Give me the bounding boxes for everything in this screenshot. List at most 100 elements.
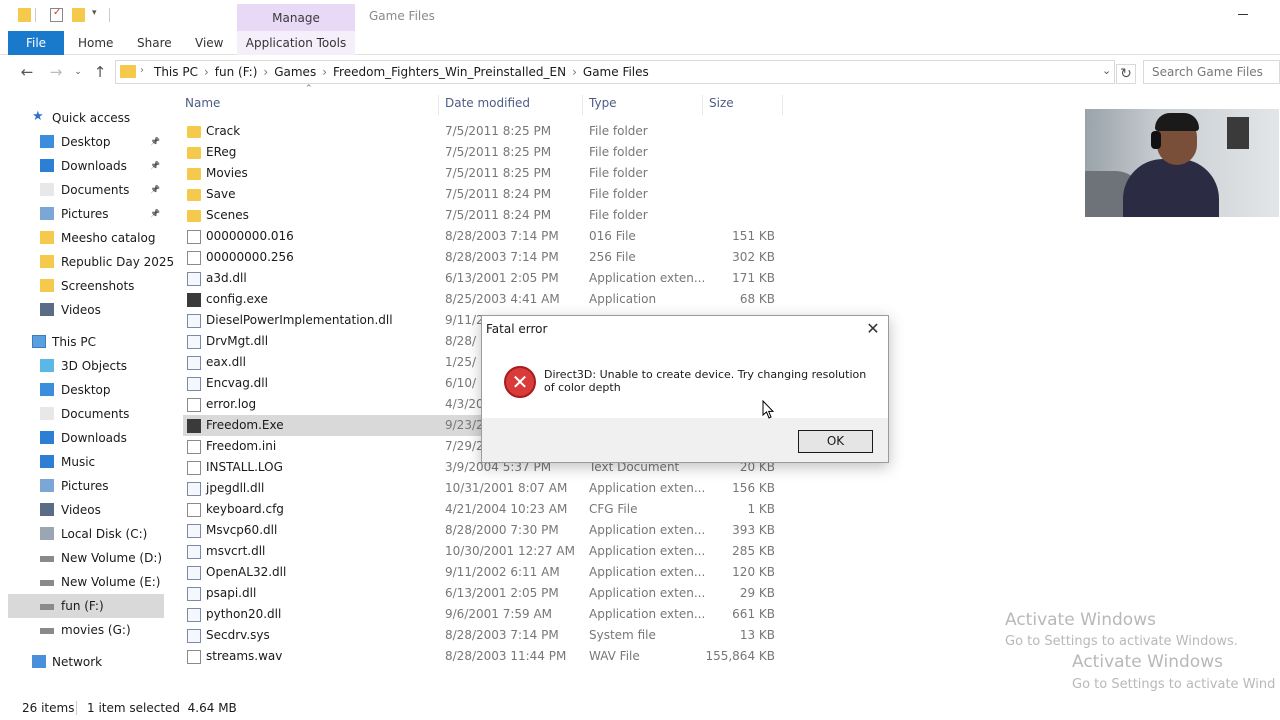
file-row[interactable]: Save 7/5/2011 8:24 PM File folder [183, 184, 783, 205]
tab-file[interactable]: File [8, 31, 64, 55]
sidebar-item-pictures[interactable]: Pictures 📌 [8, 202, 164, 226]
breadcrumb-drive[interactable]: fun (F:) [215, 65, 258, 79]
file-row[interactable]: a3d.dll 6/13/2001 2:05 PM Application exte… [183, 268, 783, 289]
forward-arrow-icon[interactable]: → [46, 62, 66, 82]
file-row[interactable]: 00000000.016 8/28/2003 7:14 PM 016 File 151… [183, 226, 783, 247]
dll-file-icon [187, 482, 201, 496]
sidebar-item-label: Desktop [61, 135, 111, 149]
file-type: File folder [589, 166, 648, 180]
breadcrumb-freedom-fighters[interactable]: Freedom_Fighters_Win_Preinstalled_EN [333, 65, 566, 79]
close-icon[interactable]: ✕ [860, 318, 886, 340]
dll-file-icon [187, 356, 201, 370]
file-row[interactable]: Scenes 7/5/2011 8:24 PM File folder [183, 205, 783, 226]
file-row[interactable]: jpegdll.dll 10/31/2001 8:07 AM Application… [183, 478, 783, 499]
sidebar-item-fun-f[interactable]: fun (F:) [8, 594, 164, 618]
back-arrow-icon[interactable]: ← [17, 62, 37, 82]
sidebar-item-downloads[interactable]: Downloads 📌 [8, 154, 164, 178]
column-header-date[interactable]: Date modified [439, 95, 583, 115]
sidebar-item-videos[interactable]: Videos [8, 498, 164, 522]
file-row[interactable]: Msvcp60.dll 8/28/2000 7:30 PM Application … [183, 520, 783, 541]
file-size: 285 KB [732, 544, 775, 558]
folder-icon[interactable] [18, 8, 31, 22]
sidebar-item-label: Network [52, 655, 103, 669]
tab-view[interactable]: View [195, 31, 223, 55]
network-icon [32, 655, 46, 668]
file-size: 151 KB [732, 229, 775, 243]
breadcrumb-this-pc[interactable]: This PC [154, 65, 198, 79]
file-name: Encvag.dll [206, 376, 268, 390]
sidebar-item-desktop[interactable]: Desktop 📌 [8, 130, 164, 154]
file-type: Application exten... [589, 271, 706, 285]
chevron-right-icon: › [322, 65, 328, 79]
tab-home[interactable]: Home [78, 31, 113, 55]
breadcrumb-games[interactable]: Games [274, 65, 316, 79]
sidebar-item-documents[interactable]: Documents [8, 402, 164, 426]
file-row[interactable]: Secdrv.sys 8/28/2003 7:14 PM System file 13… [183, 625, 783, 646]
search-input[interactable]: Search Game Files [1143, 60, 1280, 84]
sidebar-item-meesho-catalog[interactable]: Meesho catalog [8, 226, 164, 250]
ok-button[interactable]: OK [798, 430, 873, 453]
activation-watermark-title: Activate Windows [1072, 652, 1223, 672]
sidebar-item-music[interactable]: Music [8, 450, 164, 474]
file-size: 171 KB [732, 271, 775, 285]
file-row[interactable]: streams.wav 8/28/2003 11:44 PM WAV File 155… [183, 646, 783, 667]
file-row[interactable]: psapi.dll 6/13/2001 2:05 PM Application ex… [183, 583, 783, 604]
webcam-wall-object [1227, 117, 1249, 149]
file-row[interactable]: Movies 7/5/2011 8:25 PM File folder [183, 163, 783, 184]
music-icon [40, 455, 54, 468]
file-row[interactable]: keyboard.cfg 4/21/2004 10:23 AM CFG File 1 … [183, 499, 783, 520]
downloads-icon [40, 431, 54, 444]
sidebar-item-network[interactable]: Network [8, 650, 164, 674]
file-size: 13 KB [739, 628, 775, 642]
sidebar-item-3d-objects[interactable]: 3D Objects [8, 354, 164, 378]
file-row[interactable]: OpenAL32.dll 9/11/2002 6:11 AM Application… [183, 562, 783, 583]
column-header-size[interactable]: Size [703, 95, 783, 115]
tab-share[interactable]: Share [137, 31, 172, 55]
refresh-icon[interactable]: ↻ [1116, 64, 1136, 84]
sidebar-item-republic-day-2025[interactable]: Republic Day 2025 [8, 250, 174, 274]
sidebar-item-pictures[interactable]: Pictures [8, 474, 164, 498]
up-arrow-icon[interactable]: ↑ [90, 62, 110, 82]
sidebar-item-videos[interactable]: Videos [8, 298, 164, 322]
dll-file-icon [187, 608, 201, 622]
sidebar-item-new-volume-d[interactable]: New Volume (D:) [8, 546, 164, 570]
file-row[interactable]: msvcrt.dll 10/30/2001 12:27 AM Application… [183, 541, 783, 562]
window-title: Game Files [369, 9, 435, 23]
column-header-name[interactable]: Name [179, 95, 439, 115]
file-row[interactable]: EReg 7/5/2011 8:25 PM File folder [183, 142, 783, 163]
sidebar-item-quick-access[interactable]: ★ Quick access [8, 106, 164, 130]
sidebar-item-new-volume-e[interactable]: New Volume (E:) [8, 570, 164, 594]
recent-chevron-icon[interactable]: ⌄ [68, 62, 88, 82]
breadcrumb-game-files[interactable]: Game Files [583, 65, 649, 79]
drive-icon [40, 580, 54, 586]
sidebar-item-screenshots[interactable]: Screenshots [8, 274, 164, 298]
column-header-type[interactable]: Type [583, 95, 703, 115]
file-row[interactable]: python20.dll 9/6/2001 7:59 AM Application … [183, 604, 783, 625]
sidebar-item-label: Screenshots [61, 279, 135, 293]
sidebar-item-this-pc[interactable]: This PC [8, 330, 164, 354]
dialog-message: Direct3D: Unable to create device. Try c… [544, 368, 867, 394]
sidebar-item-desktop[interactable]: Desktop [8, 378, 164, 402]
file-date: 8/28/2003 7:14 PM [445, 628, 559, 642]
manage-context-tab[interactable]: Manage [237, 4, 355, 31]
local-disk-icon [40, 527, 54, 540]
chevron-down-icon[interactable]: ⌄ [1102, 64, 1111, 77]
sidebar-item-local-disk-c[interactable]: Local Disk (C:) [8, 522, 164, 546]
file-row[interactable]: 00000000.256 8/28/2003 7:14 PM 256 File 302… [183, 247, 783, 268]
customize-qa-icon[interactable]: ▾ [92, 8, 105, 22]
properties-icon[interactable]: ✓ [50, 7, 63, 22]
file-row[interactable]: config.exe 8/25/2003 4:41 AM Application 68… [183, 289, 783, 310]
minimize-button[interactable] [1238, 14, 1248, 15]
sidebar-item-label: This PC [52, 335, 96, 349]
sidebar-item-movies-g[interactable]: movies (G:) [8, 618, 164, 642]
webcam-hair-shape [1155, 113, 1199, 131]
address-bar[interactable]: › This PC › fun (F:) › Games › Freedom_Fighter… [115, 60, 1115, 84]
sidebar-item-documents[interactable]: Documents 📌 [8, 178, 164, 202]
folder-icon [187, 126, 201, 138]
new-folder-icon[interactable] [72, 8, 85, 22]
tab-application-tools[interactable]: Application Tools [237, 31, 355, 55]
file-size: 155,864 KB [705, 649, 775, 663]
sidebar-item-downloads[interactable]: Downloads [8, 426, 164, 450]
file-row[interactable]: Crack 7/5/2011 8:25 PM File folder [183, 121, 783, 142]
chevron-right-icon: › [572, 65, 577, 79]
